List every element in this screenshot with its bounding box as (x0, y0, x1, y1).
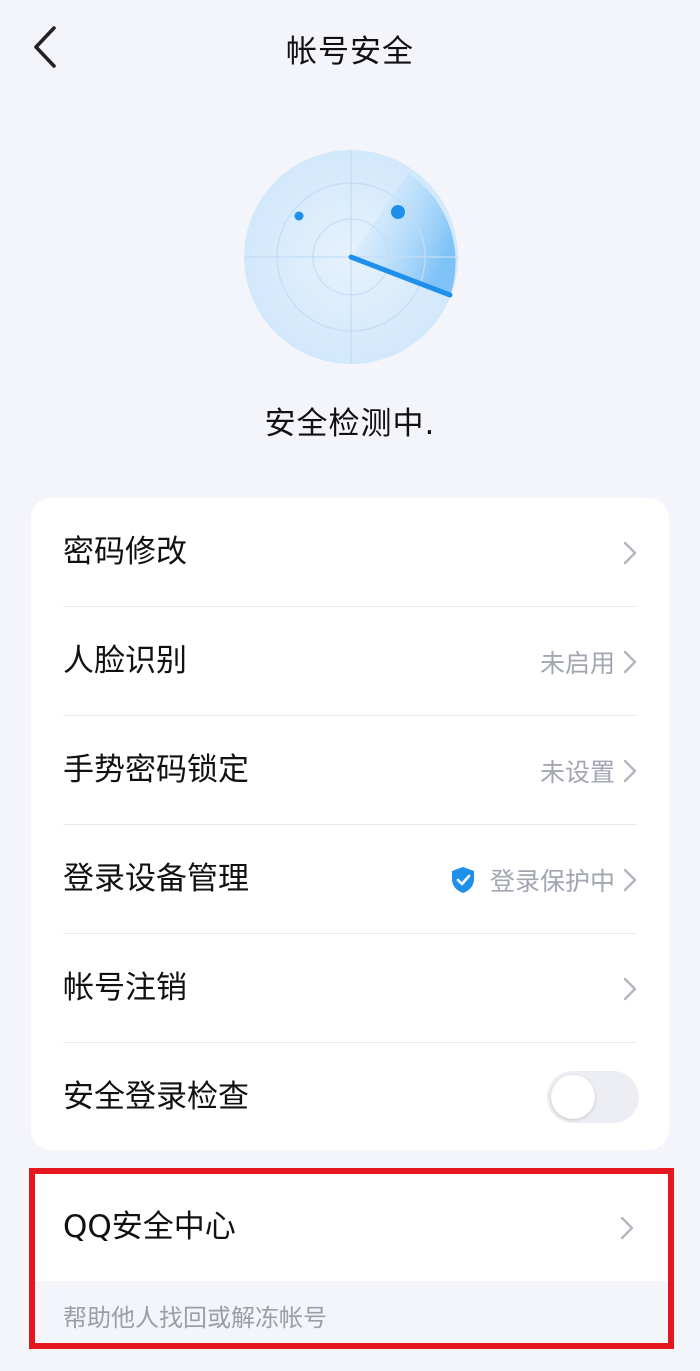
chevron-right-icon (623, 541, 637, 564)
security-settings-card: 密码修改 人脸识别 未启用 手势密码锁定 未设置 登录设备管理 登录保护中 帐号… (31, 498, 669, 1150)
chevron-right-icon (623, 650, 637, 673)
security-center-label: QQ安全中心 (63, 1209, 236, 1245)
chevron-right-icon (623, 868, 637, 891)
settings-item-status: 未设置 (539, 757, 615, 787)
settings-item-label: 登录设备管理 (63, 861, 249, 897)
scan-status-text: 安全检测中. (264, 406, 436, 442)
radar-scan-graphic (244, 150, 458, 364)
settings-item-status: 登录保护中 (489, 866, 615, 896)
page-title: 帐号安全 (286, 34, 414, 70)
settings-item-label: 密码修改 (63, 534, 187, 570)
toggle-knob (551, 1075, 595, 1119)
security-center-hint: 帮助他人找回或解冻帐号 (35, 1281, 668, 1343)
chevron-right-icon (623, 759, 637, 782)
settings-item-secure-login-check: 安全登录检查 (31, 1043, 669, 1150)
settings-item-label: 帐号注销 (63, 970, 187, 1006)
settings-item-label: 手势密码锁定 (63, 752, 249, 788)
secure-login-check-toggle[interactable] (547, 1071, 639, 1123)
radar-blip (391, 205, 405, 219)
chevron-right-icon (620, 1216, 634, 1240)
chevron-right-icon (623, 977, 637, 1000)
security-center-hint-text: 帮助他人找回或解冻帐号 (63, 1304, 327, 1332)
security-center-item[interactable]: QQ安全中心 (35, 1174, 668, 1281)
settings-item-gesture-lock[interactable]: 手势密码锁定 未设置 (31, 716, 669, 825)
settings-item-label: 人脸识别 (63, 643, 187, 679)
account-security-page: 帐号安全 安全检测中. 密码修改 人脸识别 未启用 手势密码锁定 未设置 登录设… (0, 0, 700, 1371)
radar-blip (294, 211, 304, 221)
settings-item-password-change[interactable]: 密码修改 (31, 498, 669, 607)
settings-item-label: 安全登录检查 (63, 1079, 249, 1115)
settings-item-face-recognition[interactable]: 人脸识别 未启用 (31, 607, 669, 716)
settings-item-account-deletion[interactable]: 帐号注销 (31, 934, 669, 1043)
navigation-bar: 帐号安全 (0, 0, 700, 92)
shield-check-icon (451, 866, 474, 893)
settings-item-status: 未启用 (539, 648, 615, 678)
settings-item-login-devices[interactable]: 登录设备管理 登录保护中 (31, 825, 669, 934)
